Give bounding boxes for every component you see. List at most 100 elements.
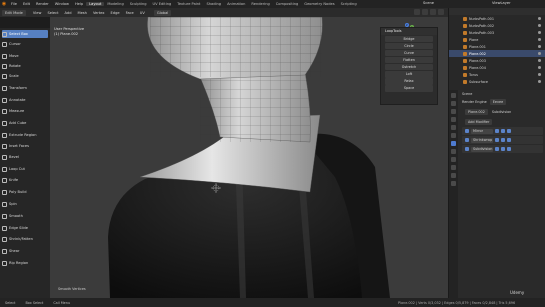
data-tab-icon[interactable]: [451, 173, 456, 178]
tool-tab-icon[interactable]: [451, 93, 456, 98]
outliner-row[interactable]: NurbsPath.002: [449, 22, 545, 29]
tool-poly-build[interactable]: Poly Build: [2, 188, 48, 196]
editmode-toggle-icon[interactable]: [495, 129, 499, 133]
eye-icon[interactable]: [538, 80, 541, 83]
tool-cursor[interactable]: Cursor: [2, 40, 48, 48]
tool-smooth[interactable]: Smooth: [2, 212, 48, 220]
tab-texture-paint[interactable]: Texture Paint: [174, 2, 203, 6]
transform-orientation-dropdown[interactable]: Global: [153, 9, 172, 16]
menu-file[interactable]: File: [8, 2, 20, 6]
tool-annotate[interactable]: Annotate: [2, 96, 48, 104]
eye-icon[interactable]: [538, 45, 541, 48]
expand-icon[interactable]: [465, 129, 469, 133]
3d-viewport[interactable]: User Perspective (1) Plane.002 X Y Z Loo…: [50, 17, 448, 298]
outliner-row[interactable]: NurbsPath.003: [449, 29, 545, 36]
outliner-row[interactable]: Plane.001: [449, 43, 545, 50]
tool-add-cube[interactable]: Add Cube: [2, 119, 48, 127]
render-toggle-icon[interactable]: [507, 138, 511, 142]
tool-rotate[interactable]: Rotate: [2, 62, 48, 70]
solid-shading-icon[interactable]: [422, 9, 428, 15]
modifier-tab-icon[interactable]: [451, 141, 456, 146]
looptools-circle[interactable]: Circle: [385, 42, 433, 50]
output-tab-icon[interactable]: [451, 109, 456, 114]
tool-edge-slide[interactable]: Edge Slide: [2, 224, 48, 232]
scene-tab-icon[interactable]: [451, 117, 456, 122]
scene-selector[interactable]: Scene: [423, 1, 434, 5]
looptools-space[interactable]: Space: [385, 85, 433, 92]
tool-select-box[interactable]: Select Box: [2, 30, 48, 38]
particles-tab-icon[interactable]: [451, 149, 456, 154]
viewport-toggle-icon[interactable]: [501, 147, 505, 151]
outliner-row[interactable]: Torus: [449, 71, 545, 78]
eye-icon[interactable]: [538, 31, 541, 34]
eye-icon[interactable]: [538, 66, 541, 69]
outliner-row[interactable]: Plane.004: [449, 64, 545, 71]
outliner-row[interactable]: Plane: [449, 36, 545, 43]
menu-window[interactable]: Window: [52, 2, 72, 6]
material-tab-icon[interactable]: [451, 181, 456, 186]
tool-inset-faces[interactable]: Inset Faces: [2, 142, 48, 150]
render-tab-icon[interactable]: [451, 101, 456, 106]
tool-shrink-fatten[interactable]: Shrink/Fatten: [2, 235, 48, 243]
tool-knife[interactable]: Knife: [2, 176, 48, 184]
header-menu-edge[interactable]: Edge: [108, 11, 123, 15]
tool-loop-cut[interactable]: Loop Cut: [2, 165, 48, 173]
expand-icon[interactable]: [465, 138, 469, 142]
viewport-toggle-icon[interactable]: [501, 138, 505, 142]
eye-icon[interactable]: [538, 38, 541, 41]
editmode-toggle-icon[interactable]: [495, 138, 499, 142]
render-engine-dropdown[interactable]: Eevee: [489, 99, 507, 105]
tool-shear[interactable]: Shear: [2, 247, 48, 255]
header-menu-mesh[interactable]: Mesh: [75, 11, 90, 15]
header-menu-add[interactable]: Add: [62, 11, 75, 15]
add-modifier-button[interactable]: Add Modifier: [459, 118, 545, 126]
outliner-row[interactable]: Plane.003: [449, 57, 545, 64]
tool-transform[interactable]: Transform: [2, 84, 48, 92]
outliner-row-selected[interactable]: Plane.002: [449, 50, 545, 57]
looptools-loft[interactable]: Loft: [385, 70, 433, 78]
material-shading-icon[interactable]: [430, 9, 436, 15]
outliner-row[interactable]: Subsurface: [449, 78, 545, 85]
tab-sculpting[interactable]: Sculpting: [127, 2, 150, 6]
editmode-toggle-icon[interactable]: [495, 147, 499, 151]
header-menu-view[interactable]: View: [30, 11, 45, 15]
mode-dropdown[interactable]: Edit Mode: [2, 9, 26, 16]
world-tab-icon[interactable]: [451, 125, 456, 130]
menu-help[interactable]: Help: [72, 2, 86, 6]
rendered-shading-icon[interactable]: [438, 9, 444, 15]
tool-extrude-region[interactable]: Extrude Region: [2, 131, 48, 139]
expand-icon[interactable]: [465, 147, 469, 151]
looptools-bridge[interactable]: Bridge: [385, 35, 433, 43]
eye-icon[interactable]: [538, 24, 541, 27]
tool-measure[interactable]: Measure: [2, 107, 48, 115]
header-menu-vertex[interactable]: Vertex: [90, 11, 108, 15]
constraints-tab-icon[interactable]: [451, 165, 456, 170]
looptools-curve[interactable]: Curve: [385, 49, 433, 57]
render-toggle-icon[interactable]: [507, 147, 511, 151]
tab-compositing[interactable]: Compositing: [273, 2, 302, 6]
menu-edit[interactable]: Edit: [20, 2, 33, 6]
view-layer-selector[interactable]: ViewLayer: [492, 1, 511, 5]
eye-icon[interactable]: [538, 17, 541, 20]
looptools-relax[interactable]: Relax: [385, 78, 433, 85]
viewport-toggle-icon[interactable]: [501, 129, 505, 133]
header-menu-face[interactable]: Face: [123, 11, 137, 15]
blender-logo-icon[interactable]: ◉: [0, 0, 8, 8]
tab-uv-editing[interactable]: UV Editing: [150, 2, 175, 6]
render-toggle-icon[interactable]: [507, 129, 511, 133]
tab-scripting[interactable]: Scripting: [338, 2, 360, 6]
tool-scale[interactable]: Scale: [2, 72, 48, 80]
outliner-row[interactable]: NurbsPath.001: [449, 15, 545, 22]
eye-icon[interactable]: [538, 52, 541, 55]
tab-modeling[interactable]: Modeling: [104, 2, 126, 6]
looptools-gstretch[interactable]: Gstretch: [385, 63, 433, 71]
looptools-flatten[interactable]: Flatten: [385, 56, 433, 64]
tab-shading[interactable]: Shading: [203, 2, 224, 6]
header-menu-uv[interactable]: UV: [137, 11, 148, 15]
menu-render[interactable]: Render: [33, 2, 52, 6]
modifier-mirror[interactable]: Mirror: [462, 127, 543, 135]
eye-icon[interactable]: [538, 73, 541, 76]
object-field[interactable]: Plane.002: [465, 109, 488, 115]
tool-bevel[interactable]: Bevel: [2, 153, 48, 161]
tab-animation[interactable]: Animation: [224, 2, 248, 6]
